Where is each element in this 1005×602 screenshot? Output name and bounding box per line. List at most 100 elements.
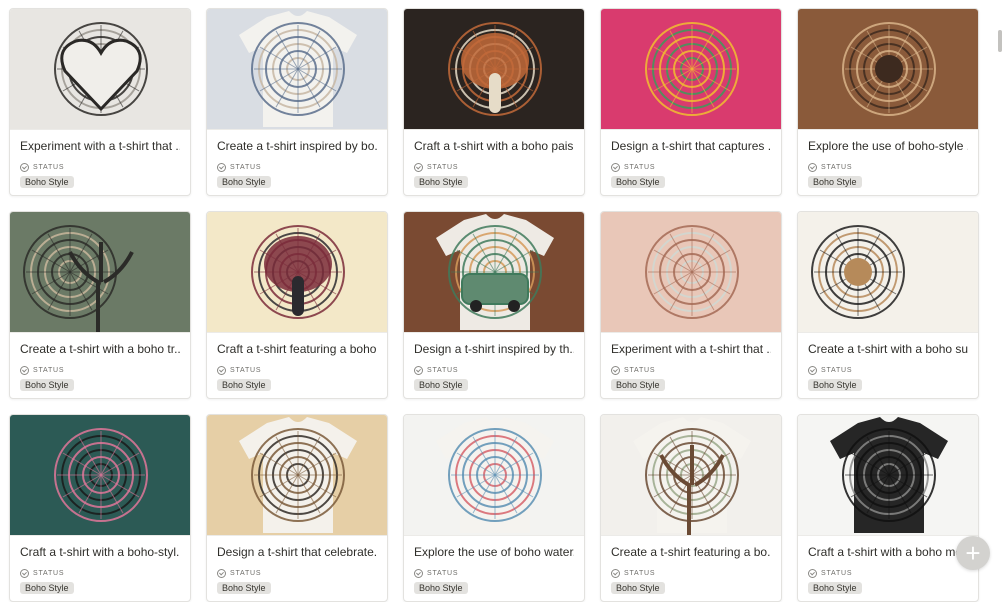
status-property: STATUS bbox=[611, 568, 771, 578]
status-label: STATUS bbox=[624, 366, 656, 374]
status-check-icon bbox=[217, 365, 226, 375]
status-check-icon bbox=[217, 568, 226, 578]
card-thumbnail bbox=[207, 212, 387, 333]
status-check-icon bbox=[20, 365, 29, 375]
status-tag: Boho Style bbox=[611, 176, 665, 188]
card-thumbnail-image bbox=[601, 212, 781, 332]
gallery-card[interactable]: Design a t-shirt that captures ... STATUS… bbox=[600, 8, 782, 196]
card-title: Create a t-shirt featuring a bo... bbox=[611, 545, 771, 559]
gallery-card[interactable]: Craft a t-shirt featuring a boho... STATU… bbox=[206, 211, 388, 399]
status-label: STATUS bbox=[821, 163, 853, 171]
status-property: STATUS bbox=[217, 568, 377, 578]
card-thumbnail bbox=[10, 415, 190, 536]
add-button[interactable]: + bbox=[956, 536, 990, 570]
card-thumbnail bbox=[601, 9, 781, 130]
gallery-card[interactable]: Design a t-shirt that celebrate... STATUS… bbox=[206, 414, 388, 602]
status-property: STATUS bbox=[217, 162, 377, 172]
status-check-icon bbox=[20, 568, 29, 578]
status-tag: Boho Style bbox=[808, 379, 862, 391]
status-property: STATUS bbox=[611, 162, 771, 172]
gallery-card[interactable]: Design a t-shirt inspired by th... STATUS… bbox=[403, 211, 585, 399]
card-thumbnail-image bbox=[207, 212, 387, 332]
status-check-icon bbox=[611, 365, 620, 375]
card-thumbnail bbox=[601, 212, 781, 333]
plus-icon: + bbox=[965, 538, 981, 568]
card-thumbnail-image bbox=[207, 415, 387, 535]
status-tag: Boho Style bbox=[217, 379, 271, 391]
card-thumbnail-image bbox=[798, 9, 978, 129]
gallery-card[interactable]: Create a t-shirt with a boho su... STATUS… bbox=[797, 211, 979, 399]
card-title: Craft a t-shirt with a boho pais... bbox=[414, 139, 574, 153]
card-thumbnail bbox=[601, 415, 781, 536]
card-thumbnail bbox=[404, 415, 584, 536]
status-check-icon bbox=[611, 568, 620, 578]
card-title: Experiment with a t-shirt that ... bbox=[20, 139, 180, 153]
card-title: Create a t-shirt with a boho su... bbox=[808, 342, 968, 356]
card-thumbnail bbox=[10, 212, 190, 333]
card-thumbnail bbox=[798, 415, 978, 536]
status-property: STATUS bbox=[611, 365, 771, 375]
status-check-icon bbox=[414, 568, 423, 578]
status-check-icon bbox=[20, 162, 29, 172]
card-thumbnail bbox=[404, 9, 584, 130]
gallery-card[interactable]: Experiment with a t-shirt that ... STATUS… bbox=[600, 211, 782, 399]
gallery-card[interactable]: Craft a t-shirt with a boho-styl... STATU… bbox=[9, 414, 191, 602]
card-title: Create a t-shirt inspired by bo... bbox=[217, 139, 377, 153]
status-check-icon bbox=[611, 162, 620, 172]
status-tag: Boho Style bbox=[414, 176, 468, 188]
status-check-icon bbox=[808, 365, 817, 375]
card-title: Design a t-shirt that captures ... bbox=[611, 139, 771, 153]
status-tag: Boho Style bbox=[20, 176, 74, 188]
status-label: STATUS bbox=[230, 163, 262, 171]
status-check-icon bbox=[808, 568, 817, 578]
card-title: Craft a t-shirt featuring a boho... bbox=[217, 342, 377, 356]
gallery-card[interactable]: Explore the use of boho water... STATUS Bo… bbox=[403, 414, 585, 602]
gallery-card[interactable]: Explore the use of boho-style ... STATUS B… bbox=[797, 8, 979, 196]
status-check-icon bbox=[217, 162, 226, 172]
gallery-card[interactable]: Create a t-shirt with a boho tr... STATUS… bbox=[9, 211, 191, 399]
status-property: STATUS bbox=[20, 162, 180, 172]
card-title: Experiment with a t-shirt that ... bbox=[611, 342, 771, 356]
card-thumbnail-image bbox=[601, 9, 781, 129]
status-tag: Boho Style bbox=[20, 379, 74, 391]
card-thumbnail-image bbox=[798, 415, 978, 535]
card-thumbnail-image bbox=[798, 212, 978, 332]
card-thumbnail-image bbox=[10, 212, 190, 332]
card-thumbnail-image bbox=[404, 415, 584, 535]
status-label: STATUS bbox=[230, 366, 262, 374]
status-property: STATUS bbox=[808, 365, 968, 375]
status-check-icon bbox=[414, 162, 423, 172]
status-property: STATUS bbox=[414, 162, 574, 172]
card-thumbnail-image bbox=[10, 415, 190, 535]
scrollbar-thumb[interactable] bbox=[998, 30, 1002, 52]
card-title: Craft a t-shirt with a boho-styl... bbox=[20, 545, 180, 559]
status-label: STATUS bbox=[33, 569, 65, 577]
card-title: Explore the use of boho-style ... bbox=[808, 139, 968, 153]
status-label: STATUS bbox=[33, 163, 65, 171]
status-tag: Boho Style bbox=[808, 176, 862, 188]
gallery-card[interactable]: Experiment with a t-shirt that ... STATUS… bbox=[9, 8, 191, 196]
card-thumbnail-image bbox=[404, 9, 584, 129]
card-thumbnail-image bbox=[207, 9, 387, 129]
status-label: STATUS bbox=[427, 569, 459, 577]
status-label: STATUS bbox=[821, 569, 853, 577]
status-tag: Boho Style bbox=[414, 379, 468, 391]
gallery-card[interactable]: Create a t-shirt featuring a bo... STATUS… bbox=[600, 414, 782, 602]
gallery-card[interactable]: Craft a t-shirt with a boho mo... STATUS B… bbox=[797, 414, 979, 602]
card-thumbnail bbox=[404, 212, 584, 333]
gallery-card[interactable]: Craft a t-shirt with a boho pais... STATU… bbox=[403, 8, 585, 196]
status-property: STATUS bbox=[20, 365, 180, 375]
card-thumbnail-image bbox=[404, 212, 584, 332]
status-check-icon bbox=[808, 162, 817, 172]
status-property: STATUS bbox=[808, 568, 968, 578]
status-property: STATUS bbox=[414, 568, 574, 578]
status-label: STATUS bbox=[624, 163, 656, 171]
card-title: Create a t-shirt with a boho tr... bbox=[20, 342, 180, 356]
gallery-card[interactable]: Create a t-shirt inspired by bo... STATUS… bbox=[206, 8, 388, 196]
card-thumbnail-image bbox=[601, 415, 781, 535]
status-tag: Boho Style bbox=[217, 176, 271, 188]
card-thumbnail bbox=[798, 212, 978, 333]
status-check-icon bbox=[414, 365, 423, 375]
status-property: STATUS bbox=[217, 365, 377, 375]
status-label: STATUS bbox=[427, 366, 459, 374]
